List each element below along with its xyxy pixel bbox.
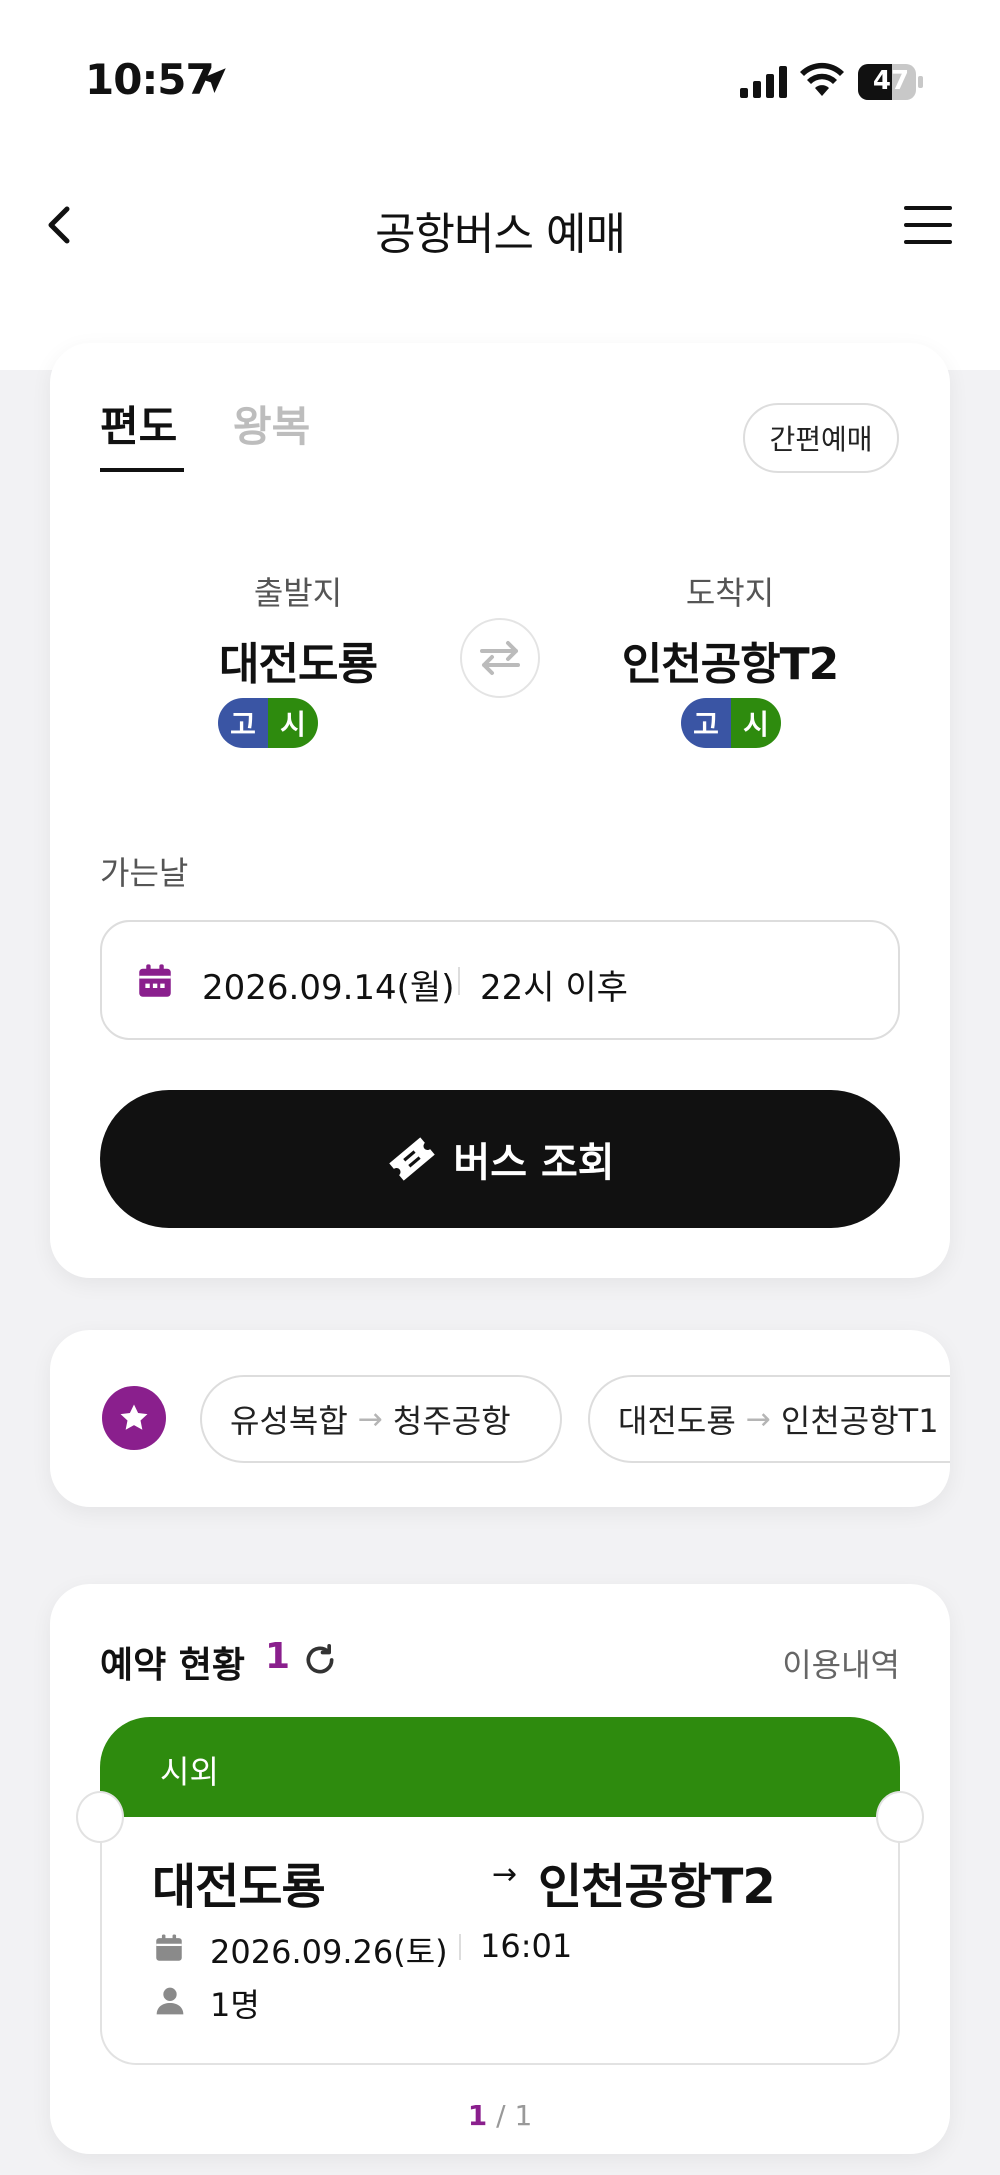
ticket-destination: 인천공항T2 <box>538 1859 776 1915</box>
star-icon <box>102 1386 166 1450</box>
swap-button[interactable] <box>460 618 540 698</box>
menu-icon[interactable] <box>900 200 956 250</box>
date-value: 2026.09.14(월) <box>202 968 455 1008</box>
favorites-card: 유성복합 → 청주공항 대전도룡 → 인천공항T1 <box>50 1330 950 1507</box>
usage-history-link[interactable]: 이용내역 <box>782 1640 900 1686</box>
top-navigation: 공항버스 예매 <box>0 160 1000 290</box>
destination-badges: 고 시 <box>681 698 781 748</box>
reservation-title: 예약 현황 <box>100 1645 246 1686</box>
intercity-badge: 시 <box>731 698 781 748</box>
search-bus-label: 버스 조회 <box>453 1140 615 1186</box>
reservation-count: 1 <box>265 1636 291 1677</box>
pagination: 1 / 1 <box>50 2099 950 2132</box>
reservation-ticket[interactable]: 시외 대전도룡 → 인천공항T2 2026.09.26(토) 16:01 1명 <box>76 1717 924 2065</box>
signal-icon <box>740 66 787 98</box>
express-badge: 고 <box>681 698 731 748</box>
arrow-right-icon: → <box>357 1401 383 1437</box>
status-bar: 10:57 47 <box>0 0 1000 160</box>
arrow-right-icon: → <box>745 1401 771 1437</box>
arrow-right-icon: → <box>492 1857 518 1892</box>
tab-one-way[interactable]: 편도 <box>100 393 177 454</box>
calendar-icon <box>139 964 171 997</box>
booking-card: 편도 왕복 간편예매 출발지 대전도룡 고 시 도착지 인천공항T2 고 시 가… <box>50 343 950 1278</box>
page-title: 공항버스 예매 <box>375 209 626 260</box>
divider <box>459 1934 461 1960</box>
route-to: 인천공항T1 <box>780 1402 939 1440</box>
ticket-notch <box>876 1791 924 1843</box>
date-label: 가는날 <box>100 854 189 892</box>
route-from: 대전도룡 <box>618 1402 736 1440</box>
ticket-time: 16:01 <box>480 1927 573 1965</box>
person-icon <box>156 1987 184 2015</box>
ticket-type: 시외 <box>160 1753 219 1791</box>
quick-booking-button[interactable]: 간편예매 <box>743 403 899 473</box>
refresh-icon[interactable] <box>300 1640 340 1680</box>
favorite-route-chip[interactable]: 대전도룡 → 인천공항T1 <box>588 1375 950 1463</box>
total-pages: / 1 <box>496 2099 533 2132</box>
ticket-passengers: 1명 <box>210 1986 260 2024</box>
calendar-icon <box>156 1934 182 1961</box>
tab-round-trip[interactable]: 왕복 <box>233 393 310 454</box>
route-from: 유성복합 <box>230 1402 348 1440</box>
ticket-notch <box>76 1791 124 1843</box>
ticket-origin: 대전도룡 <box>152 1859 326 1915</box>
intercity-badge: 시 <box>268 698 318 748</box>
ticket-header: 시외 <box>100 1717 900 1817</box>
destination-label: 도착지 <box>685 574 775 612</box>
ticket-date: 2026.09.26(토) <box>210 1933 448 1971</box>
origin-badges: 고 시 <box>218 698 318 748</box>
favorite-route-chip[interactable]: 유성복합 → 청주공항 <box>200 1375 562 1463</box>
location-arrow-icon <box>200 68 226 94</box>
origin-name[interactable]: 대전도룡 <box>148 628 448 692</box>
wifi-icon <box>800 62 844 96</box>
route-to: 청주공항 <box>392 1402 511 1440</box>
destination-name[interactable]: 인천공항T2 <box>580 628 880 692</box>
battery-level: 47 <box>872 66 910 96</box>
search-bus-button[interactable]: 버스 조회 <box>100 1090 900 1228</box>
status-time: 10:57 <box>85 55 215 104</box>
ticket-body: 대전도룡 → 인천공항T2 2026.09.26(토) 16:01 1명 <box>100 1817 900 2065</box>
divider <box>458 967 460 995</box>
ticket-icon <box>389 1137 436 1181</box>
tab-indicator <box>100 468 184 472</box>
swap-icon <box>480 641 520 675</box>
express-badge: 고 <box>218 698 268 748</box>
origin-label: 출발지 <box>253 574 343 612</box>
current-page: 1 <box>467 2099 488 2132</box>
reservation-status-card: 예약 현황 1 이용내역 시외 대전도룡 → 인천공항T2 2026.09.26… <box>50 1584 950 2154</box>
date-field[interactable]: 2026.09.14(월) 22시 이후 <box>100 920 900 1040</box>
time-value: 22시 이후 <box>480 968 628 1008</box>
